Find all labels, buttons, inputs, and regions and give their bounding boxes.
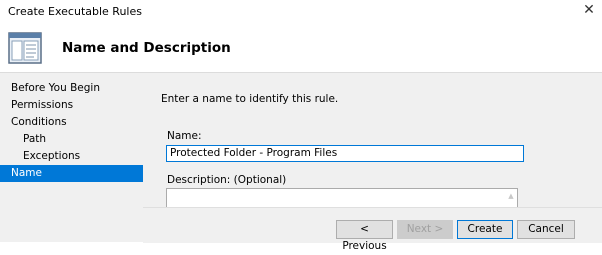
content-panel: Enter a name to identify this rule. Name… [143, 73, 602, 208]
instruction-text: Enter a name to identify this rule. [161, 93, 339, 105]
description-label: Description: (Optional) [167, 174, 287, 186]
button-bar: < Previous Next > Create Cancel [143, 207, 602, 252]
nav-item-conditions[interactable]: Conditions [0, 114, 143, 131]
page-title: Name and Description [62, 40, 231, 56]
wizard-navigation: Before You Begin Permissions Conditions … [0, 73, 143, 242]
nav-item-permissions[interactable]: Permissions [0, 97, 143, 114]
nav-item-exceptions[interactable]: Exceptions [0, 148, 143, 165]
previous-button[interactable]: < Previous [336, 220, 393, 252]
name-label: Name: [167, 130, 202, 142]
next-button[interactable]: Next > [397, 220, 453, 239]
page-header: Name and Description [0, 22, 602, 73]
create-button[interactable]: Create [457, 220, 513, 239]
description-field[interactable]: ▲ [166, 188, 518, 208]
title-bar: Create Executable Rules ✕ [0, 0, 602, 22]
wizard-page-icon [8, 32, 42, 64]
scroll-up-arrow-icon[interactable]: ▲ [505, 189, 517, 203]
nav-item-name[interactable]: Name [0, 165, 143, 182]
close-icon[interactable]: ✕ [580, 1, 598, 19]
window-title: Create Executable Rules [8, 5, 142, 18]
name-field[interactable]: Protected Folder - Program Files [166, 145, 524, 162]
cancel-button[interactable]: Cancel [517, 220, 575, 239]
nav-item-path[interactable]: Path [0, 131, 143, 148]
nav-item-before-you-begin[interactable]: Before You Begin [0, 80, 143, 97]
